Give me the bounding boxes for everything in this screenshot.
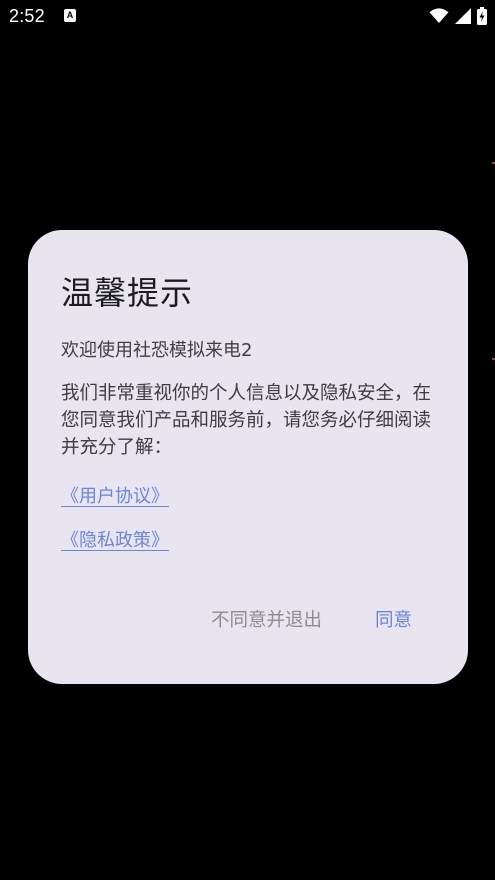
wifi-icon <box>429 8 449 24</box>
status-time: 2:52 <box>9 6 45 26</box>
dialog-title: 温馨提示 <box>61 274 194 312</box>
status-icons <box>429 7 487 25</box>
privacy-dialog: 温馨提示 欢迎使用社恐模拟来电2 我们非常重视你的个人信息以及隐私安全，在您同意… <box>28 230 468 684</box>
decline-button[interactable]: 不同意并退出 <box>211 606 322 632</box>
privacy-policy-link[interactable]: 《隐私政策》 <box>61 526 169 552</box>
dialog-body-text: 我们非常重视你的个人信息以及隐私安全，在您同意我们产品和服务前，请您务必仔细阅读… <box>61 383 432 458</box>
signal-icon <box>455 8 471 24</box>
status-bar: 2:52 A <box>0 0 495 34</box>
a-icon: A <box>64 9 76 22</box>
battery-charging-icon <box>477 7 487 25</box>
screen: 2:52 A 温馨提示 欢迎使用社恐模拟来电2 我们非常重视你的个人信息以及隐私… <box>0 0 495 880</box>
user-agreement-link[interactable]: 《用户协议》 <box>61 482 169 508</box>
agree-button[interactable]: 同意 <box>375 606 412 632</box>
dialog-welcome-text: 欢迎使用社恐模拟来电2 <box>61 340 253 361</box>
